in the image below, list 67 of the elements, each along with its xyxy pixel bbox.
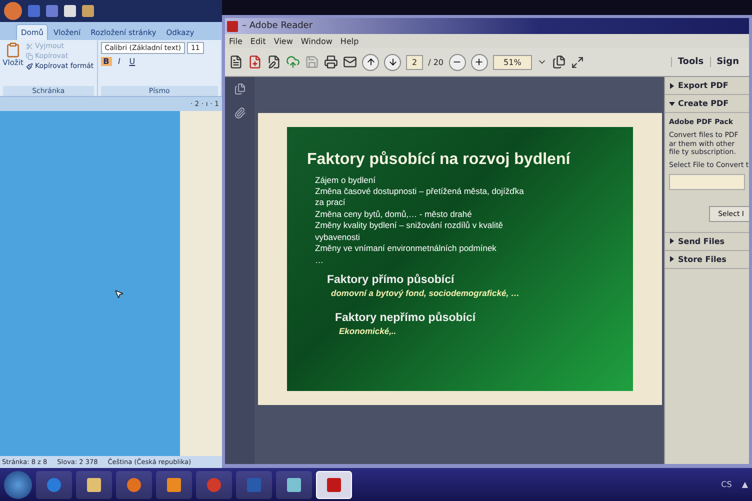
office-button[interactable] (4, 2, 22, 20)
pages-icon[interactable] (552, 55, 566, 69)
menu-item[interactable]: View (274, 36, 293, 46)
slide-text: Zájem o bydlení (315, 174, 376, 186)
menu-item[interactable]: Help (340, 36, 359, 46)
format-button[interactable]: U (126, 57, 138, 66)
caret-icon (669, 256, 675, 262)
panel-header[interactable]: Store Files (665, 250, 749, 269)
caret-icon (669, 100, 675, 106)
section-text: Ekonomické,.. (339, 326, 398, 336)
caret-icon (669, 82, 675, 88)
paintbrush-icon (26, 62, 33, 70)
page-number-field[interactable]: 2 (406, 54, 424, 70)
section-heading: Faktory nepřímo působící (335, 312, 477, 324)
language-indicator[interactable]: CS (721, 480, 732, 489)
full-screen-icon[interactable] (571, 56, 584, 68)
app-icon (205, 476, 223, 494)
attachment-icon[interactable] (234, 107, 246, 119)
format-button[interactable]: I (114, 57, 125, 66)
file-field[interactable] (669, 174, 745, 190)
menu-item[interactable]: Window (300, 36, 332, 46)
arrow-up-icon (366, 57, 376, 67)
taskbar-button[interactable] (276, 470, 312, 498)
slide-text: Změna časové dostupnosti – přetížená města, dojížďka za prací (315, 186, 525, 209)
copy-icon (26, 52, 33, 60)
slide-text: Změny kvality bydlení – snižování rozdílů v kvalitě vybavenosti (315, 220, 504, 244)
app-icon (227, 20, 238, 32)
tray-arrow[interactable]: ▲ (742, 480, 748, 489)
panel-header[interactable]: Export PDF (665, 77, 749, 95)
panel-header[interactable]: Create PDF (665, 95, 749, 113)
slide-text: Změny ve vnímaní environmetnálních podmínek (315, 243, 498, 255)
scissors-icon (26, 42, 33, 50)
start-button[interactable] (4, 470, 32, 498)
format-button[interactable]: B (100, 57, 112, 66)
pages-icon[interactable] (234, 83, 246, 95)
menu-item[interactable]: File (229, 36, 242, 46)
next-page-button[interactable] (384, 54, 401, 70)
zoom-in-button[interactable] (470, 54, 488, 70)
window-title: – Adobe Reader (242, 21, 313, 31)
slide-title: Faktory působící na rozvoj bydlení (307, 150, 572, 168)
app-icon (285, 476, 303, 494)
app-icon (45, 476, 63, 494)
zoom-out-button[interactable] (448, 54, 466, 70)
zoom-field[interactable]: 51% (492, 54, 532, 70)
page-count: / 20 (428, 58, 444, 66)
edit-icon[interactable] (267, 55, 281, 69)
previous-page-button[interactable] (362, 54, 379, 70)
plus-icon (474, 57, 484, 67)
slide-text: Změna ceny bytů, domů,… - město drahé (315, 208, 473, 220)
tools-button[interactable]: Tools (670, 57, 710, 67)
app-icon (125, 476, 143, 494)
taskbar-button[interactable] (316, 470, 352, 498)
caret-icon (669, 238, 675, 244)
mail-icon[interactable] (343, 55, 357, 69)
section-heading: Faktory přímo působící (327, 274, 456, 286)
menu-item[interactable]: Edit (250, 36, 266, 46)
add-file-icon[interactable] (248, 55, 262, 69)
section-text: domovní a bytový fond, sociodemografické, … (331, 288, 520, 298)
mouse-cursor-icon (114, 289, 124, 299)
taskbar-button[interactable] (76, 470, 112, 498)
arrow-down-icon (388, 57, 398, 67)
clipboard-icon (5, 42, 21, 58)
app-icon (165, 476, 183, 494)
slide-text: … (315, 254, 324, 266)
upload-icon[interactable] (286, 55, 300, 69)
sign-button[interactable]: Sign (710, 57, 745, 67)
panel-header[interactable]: Send Files (665, 232, 749, 251)
